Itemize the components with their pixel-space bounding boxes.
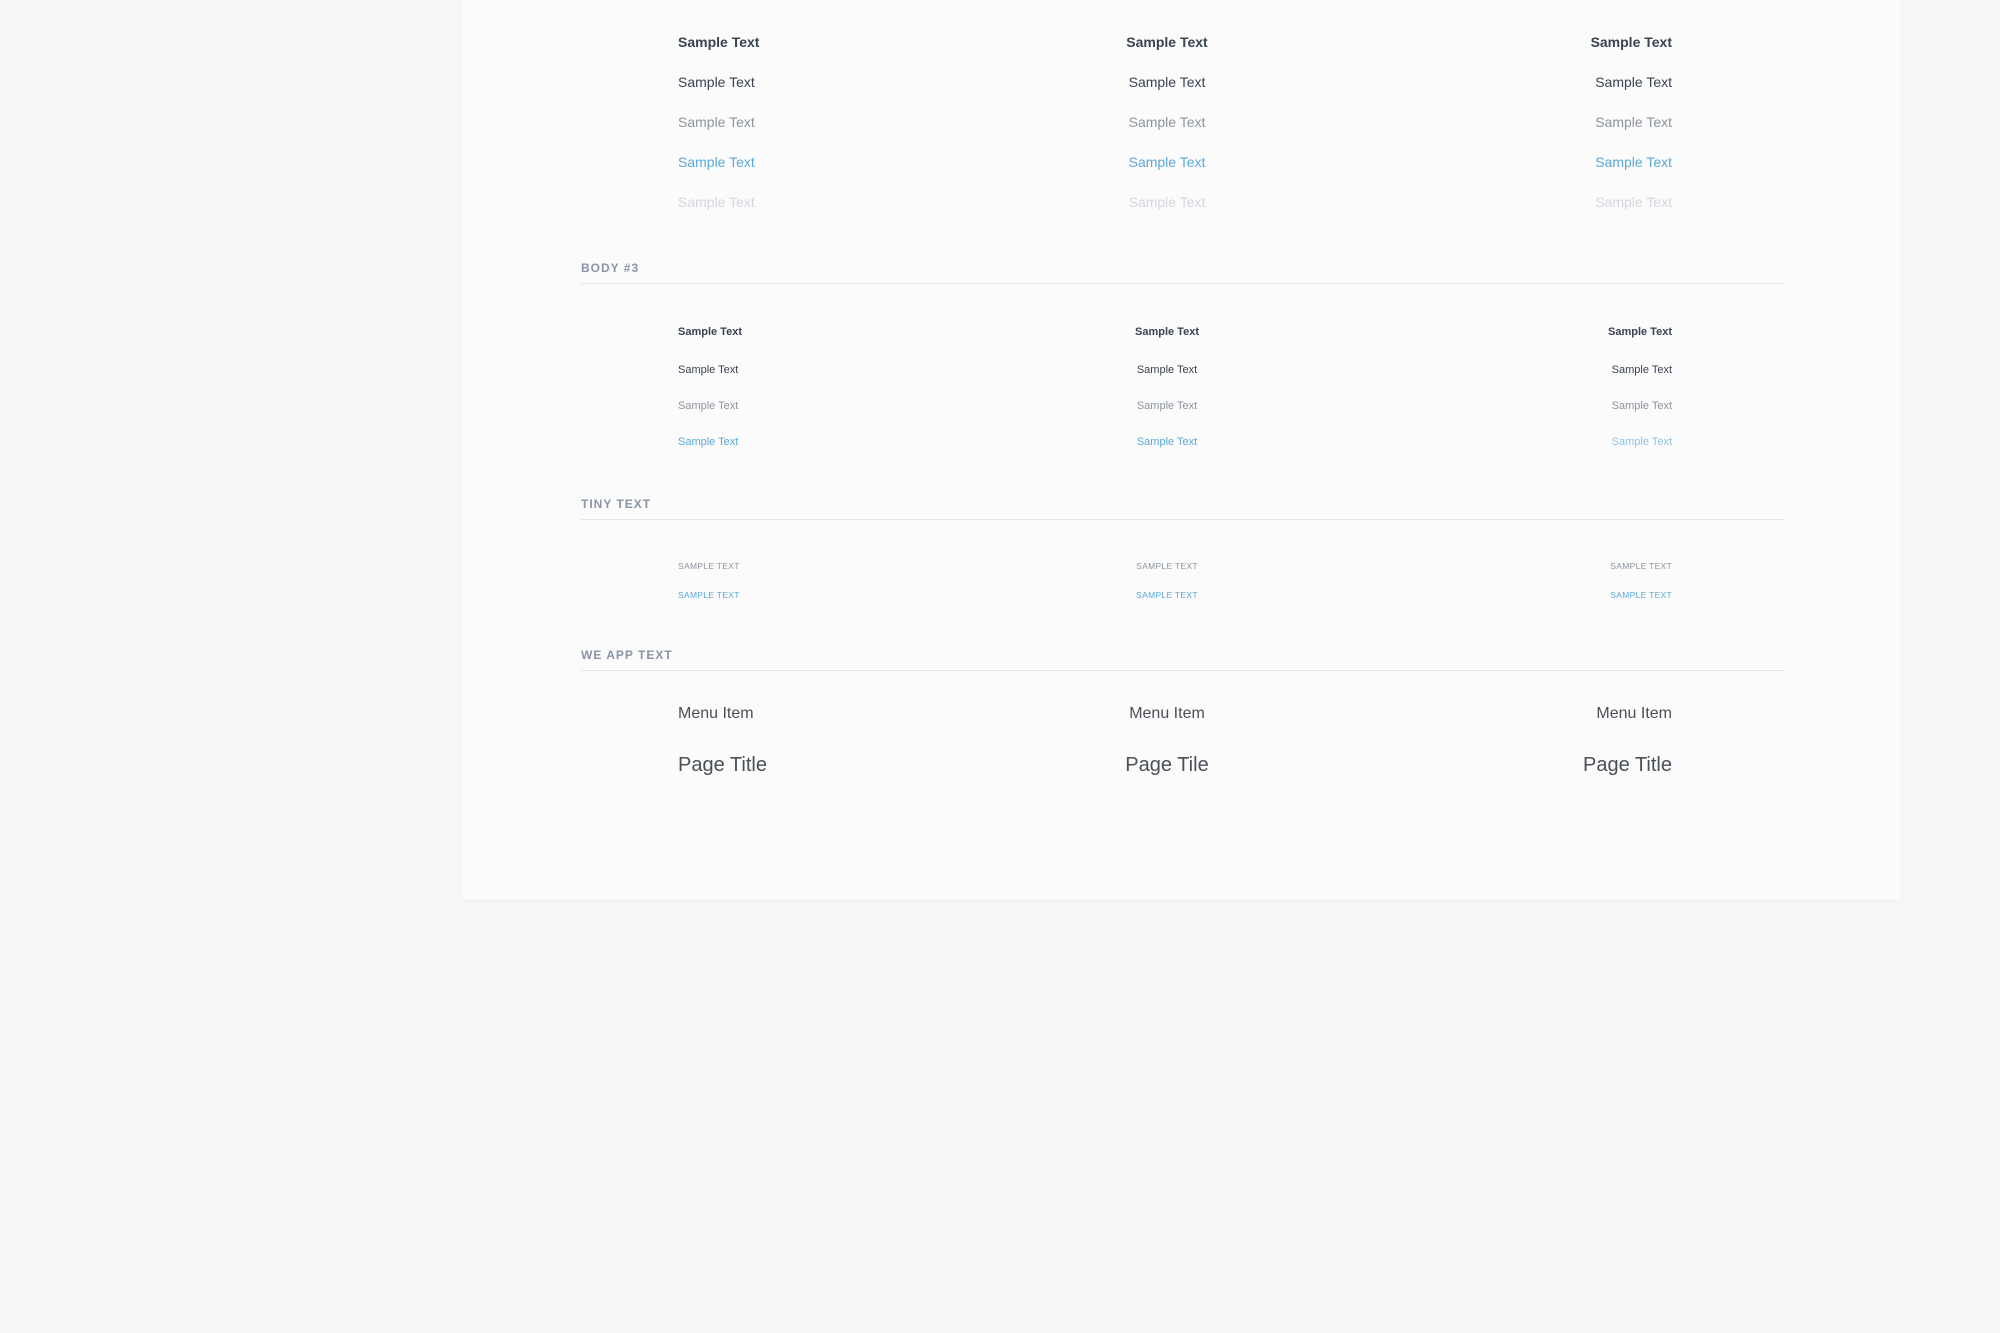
sample-text: SAMPLE TEXT xyxy=(1610,561,1672,571)
page-title-sample: Page Tile xyxy=(1125,754,1209,776)
sample-text: Sample Text xyxy=(1595,194,1672,210)
sample-text: Sample Text xyxy=(678,400,739,412)
sample-text: Sample Text xyxy=(678,114,755,130)
sample-text: Sample Text xyxy=(1128,194,1206,210)
sample-text: Sample Text xyxy=(1611,364,1672,376)
body3-row-bold: Sample Text Sample Text Sample Text xyxy=(0,326,2000,350)
sample-text: Sample Text xyxy=(1590,34,1672,50)
sample-link[interactable]: Sample Text xyxy=(678,436,738,448)
sample-link[interactable]: Sample Text xyxy=(1595,154,1672,170)
sample-text: Sample Text xyxy=(1611,400,1672,412)
sample-link[interactable]: SAMPLE TEXT xyxy=(1136,590,1198,600)
sample-text: Sample Text xyxy=(678,364,739,376)
sample-text: Sample Text xyxy=(1135,326,1199,338)
sample-text: Sample Text xyxy=(1136,400,1198,412)
section-heading-tiny: TINY TEXT xyxy=(581,497,1784,520)
section-heading-webapp: WE APP TEXT xyxy=(581,648,1784,671)
sample-text: Sample Text xyxy=(1595,114,1672,130)
sample-text: Sample Text xyxy=(1595,74,1672,90)
sample-text: Sample Text xyxy=(1136,364,1198,376)
menu-item-sample[interactable]: Menu Item xyxy=(1129,705,1205,723)
tiny-row-link: SAMPLE TEXT SAMPLE TEXT SAMPLE TEXT xyxy=(0,590,2000,614)
app-row-page-title: Page Title Page Tile Page Title xyxy=(0,754,2000,778)
menu-item-sample[interactable]: Menu Item xyxy=(1596,705,1672,723)
sample-link[interactable]: Sample Text xyxy=(678,154,755,170)
sample-text: Sample Text xyxy=(678,74,755,90)
body3-row-link: Sample Text Sample Text Sample Text xyxy=(0,436,2000,460)
sample-text: Sample Text xyxy=(1128,114,1206,130)
page-title-sample: Page Title xyxy=(1583,754,1672,776)
body2-row-regular: Sample Text Sample Text Sample Text xyxy=(0,74,2000,98)
sample-text: Sample Text xyxy=(678,194,755,210)
sample-link[interactable]: Sample Text xyxy=(1612,436,1672,448)
sample-link[interactable]: Sample Text xyxy=(1137,436,1197,448)
section-heading-body3: BODY #3 xyxy=(581,261,1784,284)
body2-row-bold: Sample Text Sample Text Sample Text xyxy=(0,34,2000,58)
body2-row-light: Sample Text Sample Text Sample Text xyxy=(0,194,2000,218)
sample-text: Sample Text xyxy=(1126,34,1208,50)
sample-link[interactable]: Sample Text xyxy=(1129,154,1206,170)
body3-row-gray: Sample Text Sample Text Sample Text xyxy=(0,400,2000,424)
sample-text: SAMPLE TEXT xyxy=(1136,561,1198,571)
sample-text: Sample Text xyxy=(1128,74,1206,90)
sample-text: Sample Text xyxy=(1608,326,1672,338)
page-title-sample: Page Title xyxy=(678,754,767,776)
sample-link[interactable]: SAMPLE TEXT xyxy=(1610,590,1672,600)
app-row-menu-item: Menu Item Menu Item Menu Item xyxy=(0,705,2000,729)
sample-text: Sample Text xyxy=(678,34,760,50)
menu-item-sample[interactable]: Menu Item xyxy=(678,705,754,723)
sample-link[interactable]: SAMPLE TEXT xyxy=(678,590,740,600)
sample-text: SAMPLE TEXT xyxy=(678,561,740,571)
sample-text: Sample Text xyxy=(678,326,742,338)
body3-row-regular: Sample Text Sample Text Sample Text xyxy=(0,364,2000,388)
tiny-row-gray: SAMPLE TEXT SAMPLE TEXT SAMPLE TEXT xyxy=(0,561,2000,585)
body2-row-link: Sample Text Sample Text Sample Text xyxy=(0,154,2000,178)
body2-row-gray: Sample Text Sample Text Sample Text xyxy=(0,114,2000,138)
